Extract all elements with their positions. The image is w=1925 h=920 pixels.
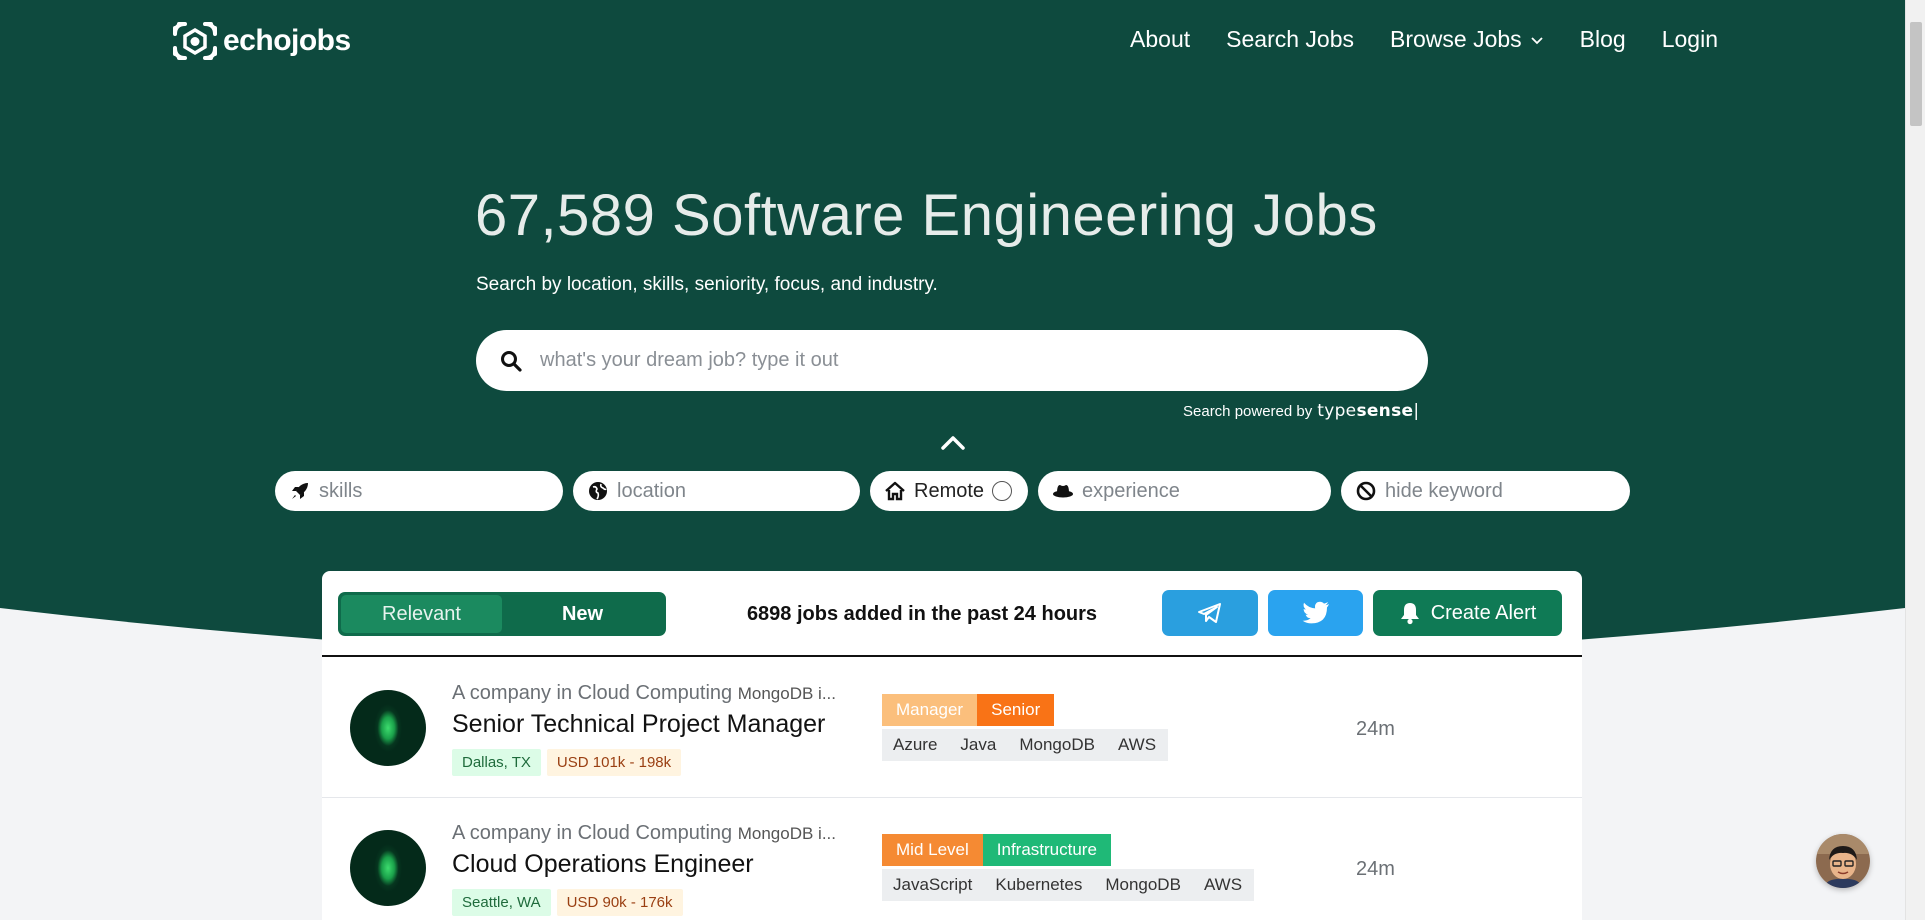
job-row[interactable]: A company in Cloud Computing MongoDB i..… [322, 798, 1582, 920]
job-badges: Mid Level Infrastructure [882, 834, 1111, 866]
experience-input[interactable] [1082, 479, 1306, 503]
home-icon [885, 481, 905, 501]
chat-avatar[interactable] [1816, 834, 1870, 888]
page-subtitle: Search by location, skills, seniority, f… [476, 274, 938, 295]
location-chip: Seattle, WA [452, 889, 551, 916]
typesense-logo-part-b: sense [1356, 401, 1414, 421]
powered-by-label: Search powered by [1183, 403, 1313, 420]
search-bar [476, 330, 1428, 391]
hide-keyword-input[interactable] [1385, 479, 1605, 503]
search-icon [501, 350, 522, 372]
nav-browse-jobs-label: Browse Jobs [1390, 26, 1522, 52]
page-title: 67,589 Software Engineering Jobs [475, 183, 1378, 248]
telegram-icon [1198, 603, 1221, 623]
job-title[interactable]: Cloud Operations Engineer [452, 850, 754, 879]
brand-name: echojobs [223, 24, 351, 57]
skills-input[interactable] [319, 479, 539, 503]
level-badge: Mid Level [882, 834, 983, 866]
remote-filter[interactable]: Remote [870, 471, 1028, 511]
skill-tags: Azure Java MongoDB AWS [882, 729, 1169, 761]
job-meta: Dallas, TX USD 101k - 198k [452, 749, 682, 776]
level-badge: Manager [882, 694, 978, 726]
seniority-badge: Senior [977, 694, 1055, 726]
jobs-added-count: 6898 jobs added in the past 24 hours [746, 603, 1098, 625]
search-powered-by[interactable]: Search powered by typesense| [1183, 401, 1419, 421]
bell-icon [1400, 603, 1419, 625]
company-logo [350, 690, 426, 766]
job-title[interactable]: Senior Technical Project Manager [452, 710, 825, 739]
salary-chip: USD 101k - 198k [546, 749, 682, 776]
echojobs-logo[interactable]: echojobs [171, 20, 351, 62]
tab-new[interactable]: New [502, 595, 663, 633]
page-scrollbar[interactable] [1905, 0, 1925, 920]
company-name: A company in Cloud Computing MongoDB i..… [452, 822, 852, 845]
echojobs-logo-icon [173, 22, 217, 60]
skill-tag: Azure [893, 735, 938, 754]
sort-toggle: Relevant New [338, 592, 666, 636]
nav-login[interactable]: Login [1662, 26, 1718, 53]
hat-icon [1053, 485, 1073, 498]
avatar-icon [1816, 834, 1870, 888]
company-label: A company in Cloud Computing [452, 822, 733, 844]
skill-tag: AWS [1203, 875, 1243, 894]
typesense-logo-part-a: type [1317, 401, 1357, 421]
top-nav: echojobs About Search Jobs Browse Jobs B… [0, 0, 1905, 84]
ban-icon [1356, 481, 1376, 501]
nav-about[interactable]: About [1130, 26, 1190, 53]
skill-tag: AWS [1117, 735, 1157, 754]
skill-tag: JavaScript [893, 875, 973, 894]
search-input[interactable] [540, 349, 1360, 372]
create-alert-label: Create Alert [1430, 601, 1537, 624]
job-badges: Manager Senior [882, 694, 1055, 726]
twitter-icon [1302, 601, 1329, 624]
skill-tag: Kubernetes [995, 875, 1083, 894]
company-tag: MongoDB i... [737, 684, 836, 703]
telegram-button[interactable] [1162, 590, 1258, 636]
company-logo [350, 830, 426, 906]
tab-relevant[interactable]: Relevant [341, 595, 502, 633]
typesense-logo: typesense| [1317, 401, 1420, 421]
remote-radio[interactable] [992, 481, 1013, 501]
nav-browse-jobs[interactable]: Browse Jobs [1390, 26, 1544, 53]
twitter-button[interactable] [1268, 590, 1363, 636]
company-name: A company in Cloud Computing MongoDB i..… [452, 682, 852, 705]
results-card: Relevant New 6898 jobs added in the past… [322, 571, 1582, 920]
job-meta: Seattle, WA USD 90k - 176k [452, 889, 683, 916]
job-row[interactable]: A company in Cloud Computing MongoDB i..… [322, 658, 1582, 798]
create-alert-button[interactable]: Create Alert [1373, 590, 1562, 636]
skill-tag: Java [960, 735, 997, 754]
posted-age: 24m [1356, 718, 1395, 740]
results-toolbar: Relevant New 6898 jobs added in the past… [322, 571, 1582, 657]
location-chip: Dallas, TX [452, 749, 541, 776]
nav-blog[interactable]: Blog [1580, 26, 1626, 53]
chevron-down-icon [1531, 36, 1543, 44]
company-label: A company in Cloud Computing [452, 682, 733, 704]
nav-search-jobs[interactable]: Search Jobs [1226, 26, 1354, 53]
globe-icon [589, 482, 607, 500]
company-tag: MongoDB i... [737, 824, 836, 843]
salary-chip: USD 90k - 176k [556, 889, 683, 916]
skill-tags: JavaScript Kubernetes MongoDB AWS [882, 869, 1255, 901]
skill-tag: MongoDB [1019, 735, 1095, 754]
chevron-up-icon[interactable] [940, 432, 966, 454]
hide-keyword-filter [1341, 471, 1630, 511]
focus-badge: Infrastructure [982, 834, 1111, 866]
experience-filter [1038, 471, 1331, 511]
location-input[interactable] [617, 479, 836, 503]
remote-label: Remote [914, 479, 985, 502]
page: echojobs About Search Jobs Browse Jobs B… [0, 0, 1905, 920]
location-filter [573, 471, 860, 511]
nav-links: About Search Jobs Browse Jobs Blog Login [1094, 26, 1718, 53]
scrollbar-thumb[interactable] [1910, 22, 1922, 126]
rocket-icon [292, 483, 308, 499]
skill-tag: MongoDB [1105, 875, 1181, 894]
posted-age: 24m [1356, 858, 1395, 880]
skills-filter [275, 471, 563, 511]
